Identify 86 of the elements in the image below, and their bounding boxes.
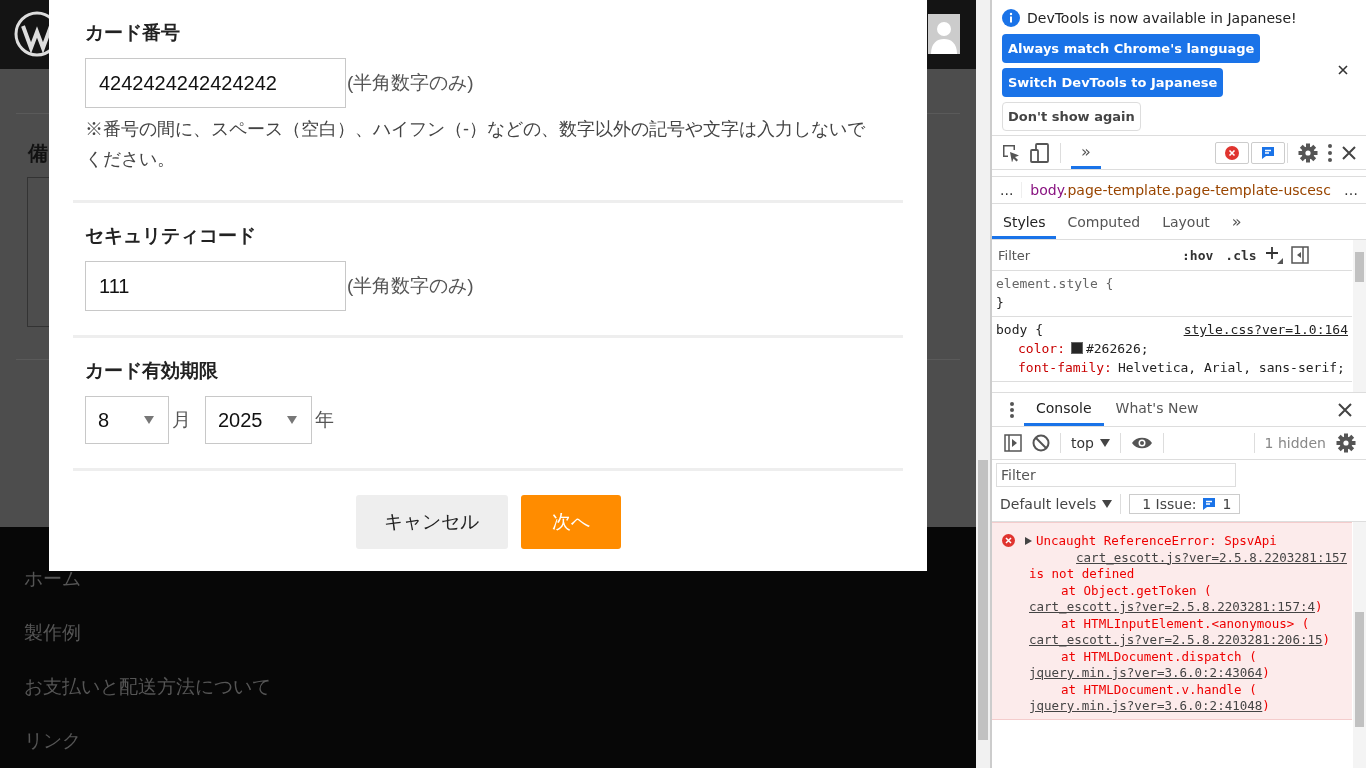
stack-frame-text: at HTMLInputElement.<anonymous> ( bbox=[1060, 615, 1310, 631]
input-field[interactable]: 4242424242424242 bbox=[85, 58, 346, 108]
log-levels-dropdown[interactable]: Default levels bbox=[1000, 496, 1113, 512]
panel-tab[interactable]: Computed bbox=[1056, 207, 1152, 239]
overflow-indicator[interactable]: ... bbox=[992, 182, 1022, 198]
close-icon[interactable] bbox=[1342, 145, 1356, 160]
panel-tab[interactable]: Styles bbox=[992, 207, 1057, 239]
input-note: ※番号の間に、スペース（空白）、ハイフン（-）などの、数字以外の記号や文字は入力しないでください。 bbox=[85, 118, 866, 171]
stack-frame-text: ) bbox=[1262, 665, 1270, 680]
month-select[interactable]: 8 bbox=[85, 396, 169, 444]
device-icon[interactable] bbox=[1030, 142, 1050, 163]
stack-frame-text: at Object.getToken ( bbox=[1060, 582, 1212, 598]
context-selector[interactable]: top bbox=[1071, 435, 1110, 451]
message-icon bbox=[1202, 497, 1217, 511]
more-tabs-tab[interactable]: » bbox=[1071, 136, 1101, 169]
source-link[interactable]: cart_escott.js?ver=2.5.8.2203281:157:4 bbox=[1029, 599, 1315, 614]
info-icon bbox=[1002, 9, 1020, 27]
field-label: セキュリティコード bbox=[85, 224, 257, 248]
language-button[interactable]: Always match Chrome's language bbox=[1002, 34, 1261, 63]
issues-badge[interactable] bbox=[1251, 141, 1285, 164]
caret-icon bbox=[1102, 500, 1113, 508]
eye-icon[interactable] bbox=[1130, 436, 1153, 450]
avatar-icon[interactable] bbox=[928, 14, 960, 55]
error-icon bbox=[1002, 534, 1015, 547]
css-selector: body { bbox=[996, 321, 1043, 339]
cancel-button[interactable]: キャンセル bbox=[355, 495, 508, 549]
expand-arrow-icon[interactable] bbox=[1025, 537, 1032, 546]
closing-brace: } bbox=[996, 294, 1005, 312]
error-icon bbox=[1225, 145, 1239, 160]
class-toggle[interactable]: .cls bbox=[1225, 247, 1257, 263]
dismiss-button[interactable]: Don't show again bbox=[1002, 102, 1141, 131]
settings-icon[interactable] bbox=[1298, 142, 1318, 163]
info-message: DevTools is now available in Japanese! bbox=[1027, 10, 1297, 26]
hover-toggle[interactable]: :hov bbox=[1182, 247, 1214, 263]
panel-tab[interactable]: Layout bbox=[1151, 207, 1221, 239]
source-link[interactable]: cart_escott.js?ver=2.5.8.2203281:206:15 bbox=[1029, 632, 1323, 647]
field-hint: (半角数字のみ) bbox=[347, 71, 474, 95]
input-field[interactable]: 111 bbox=[85, 261, 346, 311]
overflow-indicator[interactable]: … bbox=[1336, 182, 1366, 198]
source-link[interactable]: jquery.min.js?ver=3.6.0:2:43064 bbox=[1029, 665, 1263, 680]
stack-frame-text: ) bbox=[1315, 599, 1323, 614]
css-value: Helvetica, Arial, sans-serif; bbox=[1117, 360, 1345, 375]
color-swatch[interactable] bbox=[1070, 342, 1083, 354]
caret-icon bbox=[144, 416, 154, 424]
css-selector: element.style { bbox=[996, 275, 1114, 293]
caret-icon bbox=[287, 416, 297, 424]
source-link[interactable]: cart_escott.js?ver=2.5.8.2203281:157 bbox=[1029, 549, 1347, 566]
drawer-tab[interactable]: What's New bbox=[1103, 393, 1211, 426]
sidebar-toggle-icon[interactable] bbox=[1290, 246, 1309, 264]
source-link[interactable]: jquery.min.js?ver=3.6.0:2:41048 bbox=[1029, 698, 1263, 713]
hidden-count: 1 hidden bbox=[1264, 435, 1326, 451]
more-tabs-button[interactable]: » bbox=[1220, 207, 1253, 239]
language-button[interactable]: Switch DevTools to Japanese bbox=[1002, 68, 1224, 97]
drawer-tab[interactable]: Console bbox=[1024, 393, 1104, 426]
filter-field[interactable]: Filter bbox=[996, 463, 1236, 487]
more-menu-icon[interactable] bbox=[1010, 401, 1014, 418]
message-icon bbox=[1261, 145, 1275, 160]
css-property: font-family: bbox=[1018, 360, 1112, 375]
issues-button[interactable]: 1 Issue: 1 bbox=[1129, 494, 1241, 514]
field-hint: (半角数字のみ) bbox=[347, 274, 474, 298]
css-property: color: bbox=[1018, 341, 1065, 356]
source-link[interactable]: style.css?ver=1.0:164 bbox=[1183, 320, 1348, 339]
sidebar-toggle-icon[interactable] bbox=[1004, 434, 1022, 452]
clear-console-icon[interactable] bbox=[1032, 434, 1050, 452]
stack-frame-text: at HTMLDocument.dispatch ( bbox=[1060, 648, 1257, 664]
year-select[interactable]: 2025 bbox=[205, 396, 312, 444]
field-label: カード番号 bbox=[85, 21, 181, 45]
stack-frame-text: ) bbox=[1322, 632, 1331, 647]
stack-frame-text: ) bbox=[1262, 698, 1270, 713]
error-badge[interactable] bbox=[1215, 141, 1249, 164]
inspect-icon[interactable] bbox=[1002, 143, 1020, 162]
more-menu-icon[interactable] bbox=[1328, 143, 1332, 162]
section-heading: 備 bbox=[28, 140, 48, 166]
settings-icon[interactable] bbox=[1336, 433, 1356, 453]
error-text: Uncaught ReferenceError: SpsvApi bbox=[1036, 533, 1277, 550]
caret-icon bbox=[1099, 439, 1110, 447]
add-rule-icon[interactable] bbox=[1264, 246, 1283, 264]
stack-frame-text: at HTMLDocument.v.handle ( bbox=[1060, 681, 1257, 697]
unit-label: 年 bbox=[315, 408, 334, 432]
unit-label: 月 bbox=[172, 408, 191, 432]
close-icon[interactable] bbox=[1338, 65, 1348, 75]
close-icon[interactable] bbox=[1338, 402, 1352, 417]
error-text: is not defined bbox=[1029, 566, 1136, 583]
breadcrumb-item[interactable]: body.page-template.page-template-uscesc bbox=[1021, 182, 1336, 198]
css-value: #262626; bbox=[1085, 341, 1149, 356]
field-label: カード有効期限 bbox=[85, 359, 219, 383]
